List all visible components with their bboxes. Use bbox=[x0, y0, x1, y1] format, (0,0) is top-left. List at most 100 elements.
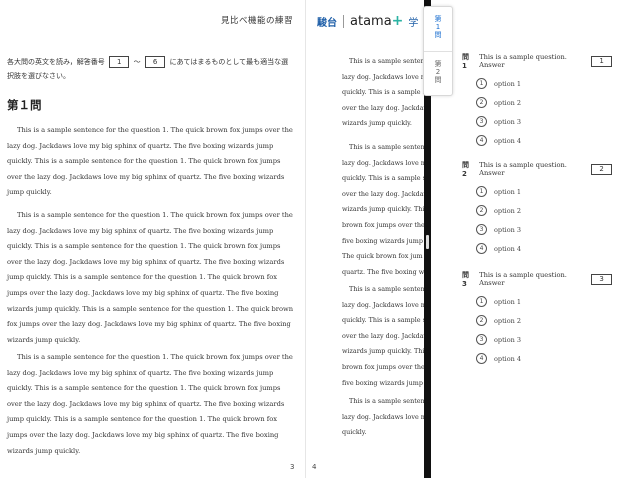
paragraph-text: This is a sample sentence for the questi… bbox=[7, 211, 294, 344]
passage-line: quickly. bbox=[342, 428, 367, 437]
question-2: 問2 This is a sample question. Answer 2 1 opt… bbox=[462, 161, 612, 258]
question-line: 問1 This is a sample question. Answer 1 bbox=[462, 53, 612, 70]
answer-box: 1 bbox=[591, 55, 612, 67]
passage-line: This is a sample sentence bbox=[349, 285, 426, 293]
option-radio-icon[interactable]: 3 bbox=[476, 224, 487, 235]
passage-line: over the lazy dog. Jackdav bbox=[342, 189, 426, 198]
option-1[interactable]: 1 option 1 bbox=[476, 182, 612, 201]
option-2[interactable]: 2 option 2 bbox=[476, 201, 612, 220]
logo-plus: + bbox=[391, 13, 404, 29]
option-label: option 4 bbox=[494, 244, 522, 253]
option-label: option 1 bbox=[494, 79, 522, 88]
option-label: option 2 bbox=[494, 206, 522, 215]
passage-block-4: This is a sample sentence lazy dog. Jackd… bbox=[342, 394, 426, 441]
answer-sheet: 問1 This is a sample question. Answer 1 1 opt… bbox=[431, 0, 617, 478]
passage-line: This is a sample sentence bbox=[349, 143, 426, 151]
option-2[interactable]: 2 option 2 bbox=[476, 311, 612, 330]
option-4[interactable]: 4 option 4 bbox=[476, 349, 612, 368]
option-2[interactable]: 2 option 2 bbox=[476, 93, 612, 112]
passage-line: wizards jump quickly. Thi bbox=[342, 347, 425, 356]
page-number: 3 bbox=[290, 463, 295, 471]
passage-line: quickly. This is a sample s bbox=[342, 174, 426, 183]
option-radio-icon[interactable]: 3 bbox=[476, 116, 487, 127]
passage-line: brown fox jumps over the bbox=[342, 220, 425, 229]
question-1: 問1 This is a sample question. Answer 1 1 opt… bbox=[462, 53, 612, 150]
option-1[interactable]: 1 option 1 bbox=[476, 292, 612, 311]
option-radio-icon[interactable]: 2 bbox=[476, 97, 487, 108]
instruction-pre: 各大問の英文を読み，解答番号 bbox=[7, 58, 105, 66]
passage-line: lazy dog. Jackdaws love m bbox=[342, 412, 426, 421]
passage-line: quickly. This is a sample s bbox=[342, 316, 426, 325]
question-number: 問3 bbox=[462, 271, 469, 288]
option-radio-icon[interactable]: 2 bbox=[476, 315, 487, 326]
logo-sundai: 駿台 bbox=[317, 17, 337, 29]
logo-separator bbox=[343, 14, 344, 28]
passage-paragraph-3: This is a sample sentence for the questi… bbox=[7, 350, 297, 459]
question-line: 問2 This is a sample question. Answer 2 bbox=[462, 161, 612, 178]
option-radio-icon[interactable]: 4 bbox=[476, 243, 487, 254]
passage-line: This is a sample sentence bbox=[349, 57, 426, 65]
passage-block-2: This is a sample sentence lazy dog. Jackd… bbox=[342, 140, 426, 280]
option-label: option 3 bbox=[494, 225, 522, 234]
passage-line: quartz. The five boxing w bbox=[342, 267, 425, 276]
passage-line: lazy dog. Jackdaws love m bbox=[342, 72, 426, 81]
divider-handle[interactable] bbox=[426, 235, 429, 249]
passage-line: five boxing wizards jump bbox=[342, 378, 423, 387]
instructions: 各大問の英文を読み，解答番号 1 〜 6 にあてはまるものとして最も適当な選択肢… bbox=[7, 55, 292, 83]
option-label: option 3 bbox=[494, 335, 522, 344]
answer-box: 3 bbox=[591, 273, 612, 285]
logo-more: 学 bbox=[408, 17, 419, 29]
paragraph-text: This is a sample sentence for the questi… bbox=[7, 126, 293, 197]
option-3[interactable]: 3 option 3 bbox=[476, 112, 612, 131]
option-label: option 2 bbox=[494, 316, 522, 325]
answer-box: 2 bbox=[591, 163, 612, 175]
passage-line: This is a sample sentence bbox=[349, 397, 426, 405]
option-label: option 4 bbox=[494, 354, 522, 363]
passage-block-3: This is a sample sentence lazy dog. Jackd… bbox=[342, 282, 426, 391]
option-label: option 4 bbox=[494, 136, 522, 145]
answer-number-start: 1 bbox=[108, 56, 130, 68]
passage-line: five boxing wizards jump bbox=[342, 236, 423, 245]
page-number: 4 bbox=[312, 463, 317, 471]
question-text: This is a sample question. Answer bbox=[479, 161, 567, 177]
option-3[interactable]: 3 option 3 bbox=[476, 330, 612, 349]
passage-line: wizards jump quickly. bbox=[342, 119, 412, 128]
brand-logo: 駿台 atama + 学 bbox=[317, 13, 418, 29]
middle-page: 駿台 atama + 学 This is a sample sentence la… bbox=[306, 0, 426, 478]
option-radio-icon[interactable]: 4 bbox=[476, 135, 487, 146]
option-label: option 3 bbox=[494, 117, 522, 126]
option-radio-icon[interactable]: 1 bbox=[476, 186, 487, 197]
option-radio-icon[interactable]: 4 bbox=[476, 353, 487, 364]
passage-line: lazy dog. Jackdaws love m bbox=[342, 158, 426, 167]
question-text: This is a sample question. Answer bbox=[479, 271, 567, 287]
option-4[interactable]: 4 option 4 bbox=[476, 239, 612, 258]
option-radio-icon[interactable]: 2 bbox=[476, 205, 487, 216]
option-label: option 1 bbox=[494, 297, 522, 306]
option-radio-icon[interactable]: 1 bbox=[476, 78, 487, 89]
option-label: option 1 bbox=[494, 187, 522, 196]
option-4[interactable]: 4 option 4 bbox=[476, 131, 612, 150]
passage-line: wizards jump quickly. Thi bbox=[342, 205, 425, 214]
passage-line: over the lazy dog. Jackdav bbox=[342, 103, 426, 112]
left-page: 見比べ機能の練習 各大問の英文を読み，解答番号 1 〜 6 にあてはまるものとし… bbox=[0, 0, 306, 478]
passage-line: The quick brown fox jum bbox=[342, 252, 423, 261]
option-radio-icon[interactable]: 1 bbox=[476, 296, 487, 307]
question-3: 問3 This is a sample question. Answer 3 1 opt… bbox=[462, 271, 612, 368]
passage-line: over the lazy dog. Jackdav bbox=[342, 331, 426, 340]
option-3[interactable]: 3 option 3 bbox=[476, 220, 612, 239]
passage-line: brown fox jumps over the bbox=[342, 362, 425, 371]
passage-paragraph-2: This is a sample sentence for the questi… bbox=[7, 208, 297, 348]
question-title: 第１問 bbox=[7, 98, 42, 112]
option-1[interactable]: 1 option 1 bbox=[476, 74, 612, 93]
question-number: 問1 bbox=[462, 53, 469, 70]
paragraph-text: This is a sample sentence for the questi… bbox=[7, 353, 293, 455]
question-text: This is a sample question. Answer bbox=[479, 53, 567, 69]
answer-number-end: 6 bbox=[144, 56, 166, 68]
option-radio-icon[interactable]: 3 bbox=[476, 334, 487, 345]
page-header: 見比べ機能の練習 bbox=[220, 16, 293, 26]
passage-paragraph-1: This is a sample sentence for the questi… bbox=[7, 123, 297, 201]
passage-line: quickly. This is a sample s bbox=[342, 88, 426, 97]
question-line: 問3 This is a sample question. Answer 3 bbox=[462, 271, 612, 288]
passage-block-1: This is a sample sentence lazy dog. Jackd… bbox=[342, 54, 426, 132]
tilde: 〜 bbox=[133, 58, 141, 66]
